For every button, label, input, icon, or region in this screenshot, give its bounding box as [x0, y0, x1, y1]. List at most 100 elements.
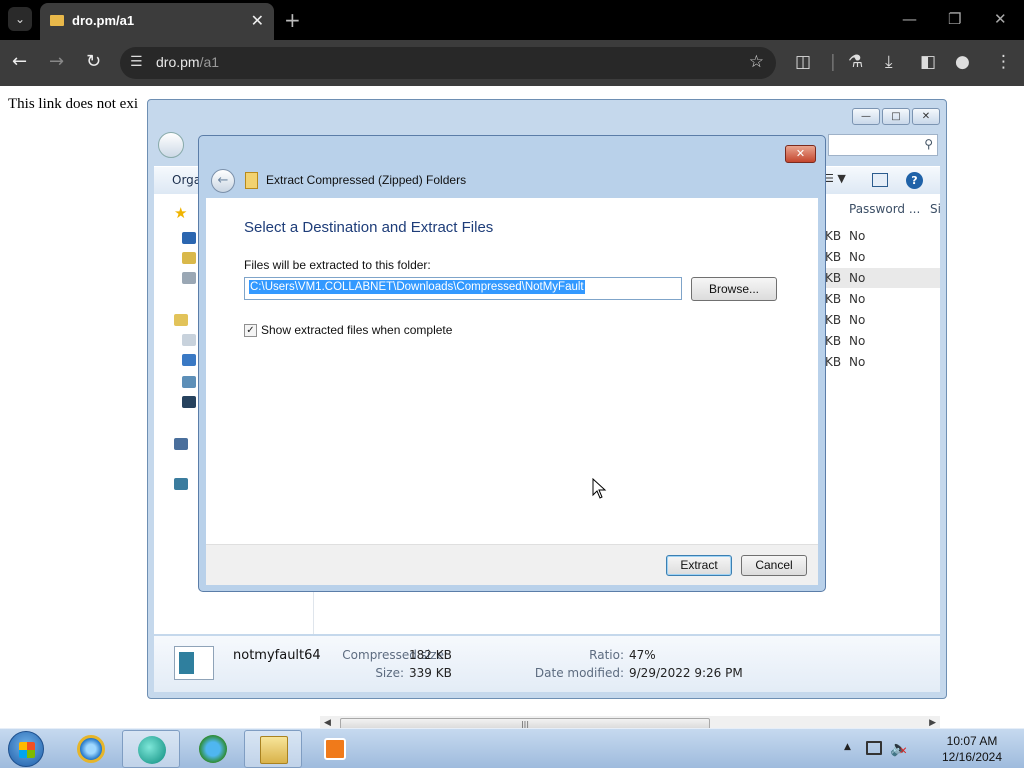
site-info-icon[interactable]: ☰	[130, 54, 143, 70]
tab-search-icon[interactable]: ⌄	[8, 7, 32, 31]
table-cell-size[interactable]: KB	[825, 334, 841, 348]
libraries-icon[interactable]	[174, 314, 188, 326]
table-cell-password[interactable]: No	[849, 250, 865, 264]
menu-icon[interactable]: ⋮	[995, 52, 1012, 72]
chat-app-icon	[138, 736, 166, 764]
mouse-cursor-icon	[592, 478, 607, 499]
address-bar[interactable]: ☰ dro.pm/a1 ☆	[120, 47, 776, 79]
window-close-icon[interactable]: ✕	[994, 10, 1007, 28]
page-message: This link does not exi	[8, 96, 138, 112]
preview-pane-icon[interactable]	[872, 173, 888, 187]
views-dropdown-icon[interactable]: ☰ ▼	[824, 172, 846, 185]
taskbar-internet-explorer[interactable]	[62, 730, 120, 768]
column-header-size[interactable]: Si	[930, 202, 941, 216]
ratio-value: 47%	[629, 648, 656, 662]
show-files-checkbox[interactable]: ✓	[244, 324, 257, 337]
show-files-label[interactable]: Show extracted files when complete	[261, 323, 452, 337]
dialog-back-icon[interactable]: ←	[211, 169, 235, 193]
table-cell-size[interactable]: KB	[825, 355, 841, 369]
extract-dialog: ✕ ← Extract Compressed (Zipped) Folders …	[198, 135, 826, 592]
extract-button[interactable]: Extract	[666, 555, 732, 576]
destination-input[interactable]: C:\Users\VM1.COLLABNET\Downloads\Compres…	[244, 277, 682, 300]
reload-icon[interactable]: ↻	[86, 52, 101, 72]
music-icon[interactable]	[182, 354, 196, 366]
recent-places-icon[interactable]	[182, 272, 196, 284]
table-cell-size[interactable]: KB	[825, 229, 841, 243]
explorer-search-input[interactable]: ⚲	[828, 134, 938, 156]
minimize-icon[interactable]: —	[902, 10, 917, 28]
desktop-icon[interactable]	[182, 232, 196, 244]
taskbar-chat-app[interactable]	[122, 730, 180, 768]
table-cell-size[interactable]: KB	[825, 250, 841, 264]
extensions-icon[interactable]: ◫	[795, 52, 811, 72]
date-modified-value: 9/29/2022 9:26 PM	[629, 666, 743, 680]
scroll-right-icon[interactable]: ▶	[929, 718, 936, 728]
windows-logo-icon	[19, 742, 35, 758]
taskbar-media-player[interactable]	[306, 730, 364, 768]
table-cell-password[interactable]: No	[849, 292, 865, 306]
back-icon[interactable]: ←	[12, 52, 27, 72]
dialog-content: Select a Destination and Extract Files F…	[206, 198, 818, 544]
table-cell-password[interactable]: No	[849, 271, 865, 285]
videos-icon[interactable]	[182, 396, 196, 408]
pictures-icon[interactable]	[182, 376, 196, 388]
bookmark-star-icon[interactable]: ☆	[749, 52, 764, 72]
table-cell-size[interactable]: KB	[825, 271, 841, 285]
forward-icon[interactable]: →	[49, 52, 64, 72]
help-icon[interactable]: ?	[906, 172, 923, 189]
browser-tab[interactable]: dro.pm/a1 ✕	[40, 3, 274, 40]
network-icon[interactable]	[174, 478, 188, 490]
taskbar-download-manager[interactable]	[184, 730, 242, 768]
taskbar-file-explorer[interactable]	[244, 730, 302, 768]
zip-folder-icon	[245, 172, 258, 189]
toolbar-divider: |	[830, 52, 836, 72]
scroll-left-icon[interactable]: ◀	[324, 718, 331, 728]
browser-tabstrip: ⌄ dro.pm/a1 ✕ + — ❐ ✕	[0, 0, 1024, 40]
explorer-minimize-button[interactable]: —	[852, 108, 880, 125]
taskbar: ▲ 🔈 ✕ 10:07 AM 12/16/2024	[0, 728, 1024, 768]
new-tab-icon[interactable]: +	[284, 8, 301, 32]
table-cell-password[interactable]: No	[849, 355, 865, 369]
documents-icon[interactable]	[182, 334, 196, 346]
column-header-password[interactable]: Password ...	[849, 202, 920, 216]
table-cell-password[interactable]: No	[849, 229, 865, 243]
dialog-close-button[interactable]: ✕	[785, 145, 816, 163]
close-icon[interactable]: ✕	[251, 11, 264, 30]
browser-toolbar: ← → ↻ ☰ dro.pm/a1 ☆ ◫ | ⚗ ⤓ ◧ ● ⋮	[0, 40, 1024, 86]
computer-icon[interactable]	[174, 438, 188, 450]
start-button[interactable]	[8, 731, 44, 767]
side-panel-icon[interactable]: ◧	[920, 52, 936, 72]
url-text[interactable]: dro.pm/a1	[156, 54, 219, 70]
tab-title: dro.pm/a1	[72, 13, 135, 28]
downloads-icon[interactable]	[182, 252, 196, 264]
download-icon[interactable]: ⤓	[885, 52, 893, 72]
destination-path[interactable]: C:\Users\VM1.COLLABNET\Downloads\Compres…	[249, 280, 585, 294]
internet-explorer-icon	[77, 735, 105, 763]
labs-icon[interactable]: ⚗	[848, 52, 863, 72]
muted-icon: ✕	[899, 746, 908, 757]
size-value: 339 KB	[409, 666, 452, 680]
explorer-maximize-button[interactable]: □	[882, 108, 910, 125]
show-hidden-icons-icon[interactable]: ▲	[844, 742, 851, 752]
explorer-back-button[interactable]	[158, 132, 184, 158]
organize-menu[interactable]: Orga	[172, 173, 201, 187]
browse-button[interactable]: Browse...	[691, 277, 777, 301]
table-cell-password[interactable]: No	[849, 334, 865, 348]
profile-icon[interactable]: ●	[955, 52, 970, 72]
favorites-star-icon[interactable]: ★	[174, 204, 187, 222]
clock-date: 12/16/2024	[941, 750, 1003, 764]
destination-label: Files will be extracted to this folder:	[244, 258, 431, 272]
network-status-icon[interactable]	[866, 741, 882, 755]
explorer-close-button[interactable]: ✕	[912, 108, 940, 125]
table-cell-size[interactable]: KB	[825, 313, 841, 327]
table-cell-password[interactable]: No	[849, 313, 865, 327]
table-cell-size[interactable]: KB	[825, 292, 841, 306]
folder-favicon-icon	[50, 15, 64, 26]
cancel-button[interactable]: Cancel	[741, 555, 807, 576]
details-pane: notmyfault64 Compressed size: 182 KB Siz…	[154, 636, 940, 692]
dialog-footer: Extract Cancel	[206, 544, 818, 585]
compressed-size-value: 182 KB	[409, 648, 452, 662]
system-clock[interactable]: 10:07 AM 12/16/2024	[930, 733, 1014, 765]
restore-icon[interactable]: ❐	[948, 10, 961, 28]
zip-file-icon	[174, 646, 214, 680]
